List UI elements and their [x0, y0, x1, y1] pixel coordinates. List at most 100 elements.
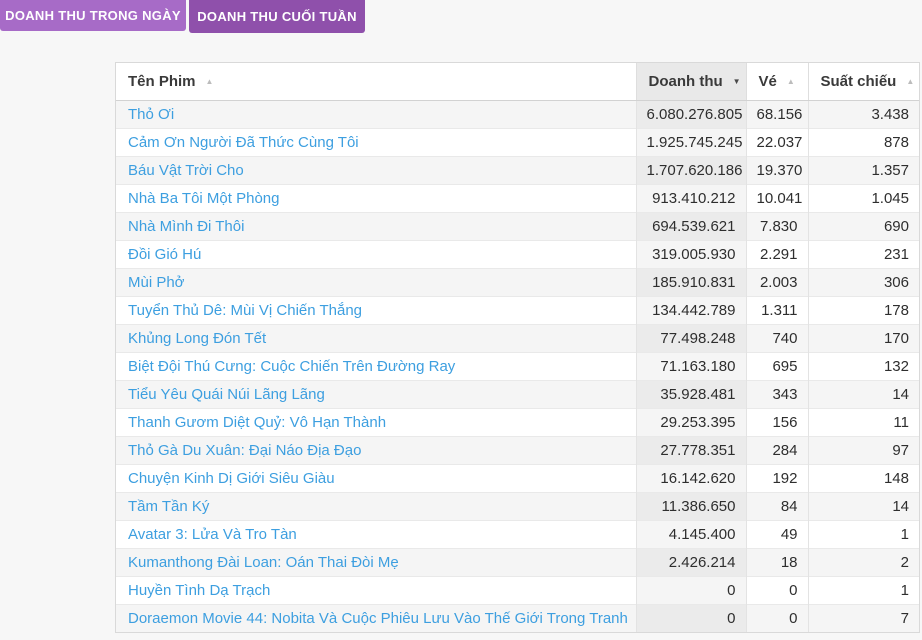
- table-header-row: Tên Phim ▲ Doanh thu ▼ Vé ▲ Suất chiếu▲: [116, 63, 919, 100]
- tab-bar: DOANH THU TRONG NGÀY DOANH THU CUỐI TUẦN: [0, 0, 365, 33]
- screenings-cell: 306: [808, 268, 919, 296]
- tickets-cell: 192: [746, 464, 808, 492]
- movie-title-link[interactable]: Tầm Tần Ký: [128, 498, 209, 515]
- movie-title-link[interactable]: Nhà Mình Đi Thôi: [128, 218, 244, 235]
- screenings-cell: 1.045: [808, 184, 919, 212]
- column-label: Suất chiếu: [821, 73, 897, 90]
- movie-title-link[interactable]: Avatar 3: Lửa Và Tro Tàn: [128, 526, 297, 543]
- screenings-cell: 97: [808, 436, 919, 464]
- tickets-cell: 1.311: [746, 296, 808, 324]
- movie-title-link[interactable]: Khủng Long Đón Tết: [128, 330, 266, 347]
- movie-title-link[interactable]: Đồi Gió Hú: [128, 246, 201, 263]
- movie-title-link[interactable]: Báu Vật Trời Cho: [128, 162, 244, 179]
- movie-name-cell: Thanh Gươm Diệt Quỷ: Vô Hạn Thành: [116, 408, 636, 436]
- movie-title-link[interactable]: Doraemon Movie 44: Nobita Và Cuộc Phiêu …: [128, 610, 628, 627]
- movie-name-cell: Khủng Long Đón Tết: [116, 324, 636, 352]
- table-body: Thỏ Ơi6.080.276.80568.1563.438Cảm Ơn Ngư…: [116, 100, 919, 632]
- tickets-cell: 7.830: [746, 212, 808, 240]
- column-header-ten-phim[interactable]: Tên Phim ▲: [116, 63, 636, 100]
- revenue-cell: 4.145.400: [636, 520, 746, 548]
- tickets-cell: 22.037: [746, 128, 808, 156]
- table-row: Thỏ Gà Du Xuân: Đại Náo Địa Đạo 27.778.35…: [116, 436, 919, 464]
- table-row: Tầm Tần Ký11.386.6508414: [116, 492, 919, 520]
- screenings-cell: 690: [808, 212, 919, 240]
- movie-title-link[interactable]: Thanh Gươm Diệt Quỷ: Vô Hạn Thành: [128, 414, 386, 431]
- table-row: Báu Vật Trời Cho1.707.620.18619.3701.357: [116, 156, 919, 184]
- movie-title-link[interactable]: Mùi Phở: [128, 274, 185, 291]
- tickets-cell: 0: [746, 604, 808, 632]
- table-row: Nhà Ba Tôi Một Phòng913.410.21210.0411.0…: [116, 184, 919, 212]
- table-row: Biệt Đội Thú Cưng: Cuộc Chiến Trên Đường…: [116, 352, 919, 380]
- screenings-cell: 178: [808, 296, 919, 324]
- screenings-cell: 11: [808, 408, 919, 436]
- revenue-cell: 1.707.620.186: [636, 156, 746, 184]
- movie-title-link[interactable]: Tiểu Yêu Quái Núi Lãng Lãng: [128, 386, 325, 403]
- tickets-cell: 2.291: [746, 240, 808, 268]
- movie-title-link[interactable]: Chuyện Kinh Dị Giới Siêu Giàu: [128, 470, 335, 487]
- movie-title-link[interactable]: Nhà Ba Tôi Một Phòng: [128, 190, 279, 207]
- revenue-cell: 6.080.276.805: [636, 100, 746, 128]
- screenings-cell: 1.357: [808, 156, 919, 184]
- movie-name-cell: Cảm Ơn Người Đã Thức Cùng Tôi: [116, 128, 636, 156]
- column-label: Tên Phim: [128, 73, 196, 90]
- tickets-cell: 2.003: [746, 268, 808, 296]
- movie-name-cell: Huyền Tình Dạ Trạch: [116, 576, 636, 604]
- tickets-cell: 740: [746, 324, 808, 352]
- column-label: Vé: [759, 73, 777, 90]
- screenings-cell: 148: [808, 464, 919, 492]
- screenings-cell: 7: [808, 604, 919, 632]
- movie-name-cell: Tuyển Thủ Dê: Mùi Vị Chiến Thắng: [116, 296, 636, 324]
- tickets-cell: 156: [746, 408, 808, 436]
- table-row: Doraemon Movie 44: Nobita Và Cuộc Phiêu …: [116, 604, 919, 632]
- screenings-cell: 878: [808, 128, 919, 156]
- movie-name-cell: Tầm Tần Ký: [116, 492, 636, 520]
- movie-name-cell: Thỏ Ơi: [116, 100, 636, 128]
- tickets-cell: 343: [746, 380, 808, 408]
- screenings-cell: 231: [808, 240, 919, 268]
- movie-title-link[interactable]: Huyền Tình Dạ Trạch: [128, 582, 270, 599]
- movie-title-link[interactable]: Thỏ Gà Du Xuân: Đại Náo Địa Đạo: [128, 442, 361, 459]
- revenue-cell: 0: [636, 576, 746, 604]
- tickets-cell: 695: [746, 352, 808, 380]
- table-row: Cảm Ơn Người Đã Thức Cùng Tôi1.925.745.2…: [116, 128, 919, 156]
- column-header-doanh-thu[interactable]: Doanh thu ▼: [636, 63, 746, 100]
- sort-desc-icon: ▼: [733, 77, 741, 86]
- movie-name-cell: Tiểu Yêu Quái Núi Lãng Lãng: [116, 380, 636, 408]
- screenings-cell: 132: [808, 352, 919, 380]
- table-row: Khủng Long Đón Tết77.498.248740170: [116, 324, 919, 352]
- column-header-ve[interactable]: Vé ▲: [746, 63, 808, 100]
- table-row: Thỏ Ơi6.080.276.80568.1563.438: [116, 100, 919, 128]
- box-office-table: Tên Phim ▲ Doanh thu ▼ Vé ▲ Suất chiếu▲ Thỏ…: [116, 63, 919, 632]
- table-row: Kumanthong Đài Loan: Oán Thai Đòi Mẹ2.42…: [116, 548, 919, 576]
- movie-title-link[interactable]: Thỏ Ơi: [128, 106, 174, 123]
- movie-name-cell: Doraemon Movie 44: Nobita Và Cuộc Phiêu …: [116, 604, 636, 632]
- sort-asc-icon: ▲: [787, 77, 795, 86]
- sort-asc-icon: ▲: [206, 77, 214, 86]
- screenings-cell: 14: [808, 380, 919, 408]
- movie-name-cell: Mùi Phở: [116, 268, 636, 296]
- movie-title-link[interactable]: Kumanthong Đài Loan: Oán Thai Đòi Mẹ: [128, 554, 399, 571]
- table-row: Mùi Phở185.910.8312.003306: [116, 268, 919, 296]
- column-label: Doanh thu: [649, 73, 723, 90]
- table-row: Tiểu Yêu Quái Núi Lãng Lãng35.928.481343…: [116, 380, 919, 408]
- table-row: Đồi Gió Hú319.005.9302.291231: [116, 240, 919, 268]
- revenue-cell: 29.253.395: [636, 408, 746, 436]
- screenings-cell: 1: [808, 576, 919, 604]
- tickets-cell: 0: [746, 576, 808, 604]
- revenue-cell: 77.498.248: [636, 324, 746, 352]
- tab-doanh-thu-trong-ngay[interactable]: DOANH THU TRONG NGÀY: [0, 0, 186, 31]
- revenue-cell: 27.778.351: [636, 436, 746, 464]
- tickets-cell: 10.041: [746, 184, 808, 212]
- table-row: Nhà Mình Đi Thôi694.539.6217.830690: [116, 212, 919, 240]
- table-row: Avatar 3: Lửa Và Tro Tàn4.145.400491: [116, 520, 919, 548]
- screenings-cell: 2: [808, 548, 919, 576]
- movie-name-cell: Nhà Ba Tôi Một Phòng: [116, 184, 636, 212]
- movie-name-cell: Biệt Đội Thú Cưng: Cuộc Chiến Trên Đường…: [116, 352, 636, 380]
- tickets-cell: 284: [746, 436, 808, 464]
- movie-name-cell: Avatar 3: Lửa Và Tro Tàn: [116, 520, 636, 548]
- tab-doanh-thu-cuoi-tuan[interactable]: DOANH THU CUỐI TUẦN: [189, 0, 365, 33]
- movie-title-link[interactable]: Biệt Đội Thú Cưng: Cuộc Chiến Trên Đường…: [128, 358, 455, 375]
- movie-title-link[interactable]: Tuyển Thủ Dê: Mùi Vị Chiến Thắng: [128, 302, 362, 319]
- column-header-suat-chieu[interactable]: Suất chiếu▲: [808, 63, 919, 100]
- movie-title-link[interactable]: Cảm Ơn Người Đã Thức Cùng Tôi: [128, 134, 359, 151]
